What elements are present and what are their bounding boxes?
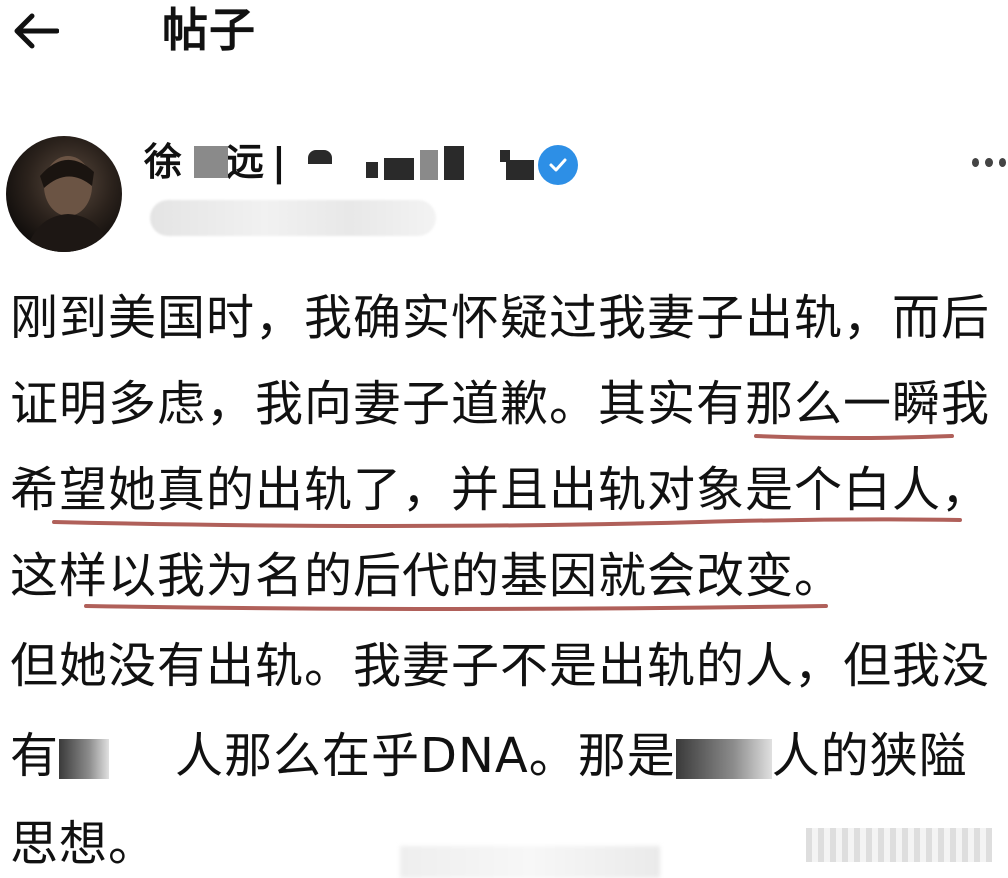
author-name-last: 远 (226, 140, 265, 184)
post-text-line: 刚到美国时，我确实怀疑过我妻子出轨，而后 (10, 290, 991, 346)
post-text-segment: 人那么在乎DNA。那是 (175, 728, 676, 784)
redaction-block (384, 158, 414, 180)
redaction-block (194, 146, 228, 178)
more-dots-icon[interactable] (972, 150, 1006, 174)
verified-badge-icon (538, 145, 578, 185)
redaction-block (444, 146, 464, 180)
redaction-block (506, 160, 534, 180)
post-meta-redacted (150, 200, 436, 236)
watermark (806, 828, 992, 862)
post-text-segment: 人的狭隘 (771, 728, 968, 784)
redaction-blur (400, 846, 660, 878)
author-name-first: 徐 (144, 140, 183, 184)
post-text-line: 但她没有出轨。我妻子不是出轨的人，但我没 (10, 638, 991, 694)
post-text-line: 这样以我为名的后代的基因就会改变。 (10, 548, 844, 604)
redaction-block (366, 162, 378, 178)
post-text-line: 思想。 (10, 816, 158, 872)
redaction-block (308, 150, 332, 164)
top-bar: 帖子 (0, 0, 1008, 66)
page-title: 帖子 (162, 3, 256, 57)
post-page: 帖子 徐远 | 刚到美国时，我确实怀疑过我妻子出轨，而后 证明多虑，我向妻子道歉。… (0, 0, 1008, 878)
avatar[interactable] (6, 136, 122, 252)
text-redaction (675, 739, 772, 779)
text-redaction (59, 739, 110, 779)
back-button[interactable] (8, 6, 64, 56)
avatar-image (26, 156, 110, 252)
post-text-segment: 有 (10, 728, 60, 784)
post-text-line: 有 人那么在乎DNA。那是 人的狭隘 (10, 716, 968, 796)
name-separator: | (272, 140, 286, 184)
post-text-line: 希望她真的出轨了，并且出轨对象是个白人， (10, 462, 991, 518)
redaction-block (420, 150, 438, 180)
post-text-line: 证明多虑，我向妻子道歉。其实有那么一瞬我 (10, 376, 991, 432)
arrow-left-icon (14, 13, 59, 49)
